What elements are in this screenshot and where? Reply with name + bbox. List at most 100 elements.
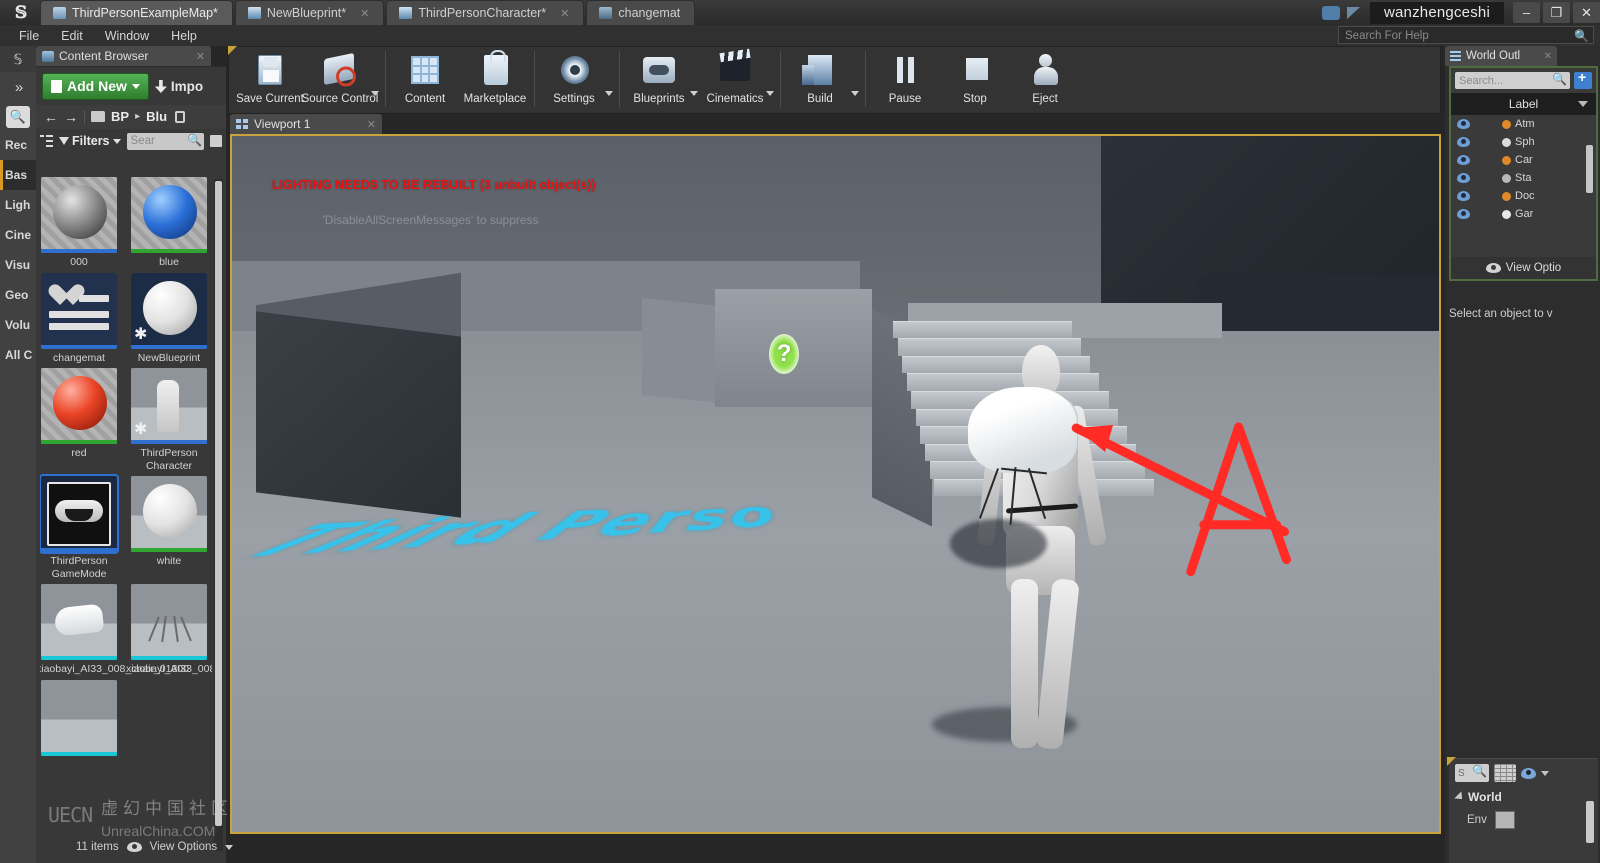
outliner-row[interactable]: Doc	[1451, 187, 1596, 205]
window-tab-map[interactable]: ThirdPersonExampleMap*	[40, 0, 233, 25]
view-options-button[interactable]: View Options	[150, 841, 218, 853]
lock-icon[interactable]	[175, 110, 186, 123]
menu-help[interactable]: Help	[160, 27, 208, 45]
rail-item-recently-placed[interactable]: Rec	[0, 130, 36, 160]
rail-item-all-classes[interactable]: All C	[0, 340, 36, 370]
breadcrumb-bp[interactable]: BP	[111, 109, 129, 124]
asset-grid[interactable]: 000 blue changemat ✱ NewBlueprint red ✱ …	[40, 177, 212, 855]
asset-item-thirdpersongamemode[interactable]: ThirdPerson GameMode	[40, 474, 119, 580]
menu-file[interactable]: File	[8, 27, 50, 45]
chevron-down-icon[interactable]	[371, 90, 379, 96]
asset-item-000[interactable]: 000	[40, 177, 118, 269]
chevron-down-icon[interactable]	[1578, 101, 1588, 107]
outliner-view-options-button[interactable]: View Optio	[1451, 257, 1596, 279]
asset-item-changemat[interactable]: changemat	[40, 272, 118, 365]
asset-item-blue[interactable]: blue	[130, 177, 208, 269]
eye-icon[interactable]	[1521, 767, 1536, 779]
outliner-row[interactable]: Sta	[1451, 169, 1596, 187]
world-settings-scrollbar[interactable]	[1586, 801, 1594, 843]
chair-actor[interactable]	[968, 386, 1077, 526]
menu-window[interactable]: Window	[94, 27, 160, 45]
unreal-logo-icon[interactable]: 𝕊	[4, 1, 38, 25]
eject-button[interactable]: Eject	[1010, 47, 1080, 113]
stop-button[interactable]: Stop	[940, 47, 1010, 113]
eye-icon[interactable]	[1457, 173, 1470, 183]
close-icon[interactable]: ✕	[360, 7, 369, 20]
marketplace-button[interactable]: Marketplace	[460, 47, 530, 113]
feedback-chat-icon[interactable]	[1321, 5, 1340, 20]
back-icon[interactable]: ←	[44, 109, 58, 125]
list-view-icon[interactable]	[40, 135, 53, 147]
close-icon[interactable]: ✕	[196, 50, 205, 63]
asset-item-thirdpersoncharacter[interactable]: ✱ ThirdPerson Character	[130, 368, 208, 472]
blueprints-button[interactable]: Blueprints	[624, 47, 694, 113]
close-button[interactable]: ✕	[1573, 2, 1600, 23]
scrollbar-thumb[interactable]	[215, 181, 222, 826]
outliner-search-input[interactable]: Search... 🔍	[1455, 72, 1570, 89]
asset-item-chair-01303[interactable]: xiaobayi_AI33_008_chair_01303	[126, 584, 212, 676]
outliner-row[interactable]: Sph	[1451, 133, 1596, 151]
chevron-down-icon[interactable]	[851, 90, 859, 96]
import-button[interactable]: Impo	[154, 79, 203, 94]
source-control-button[interactable]: Source Control	[302, 47, 378, 113]
asset-item-red[interactable]: red	[40, 368, 118, 472]
asset-search-input[interactable]: Sear 🔍	[126, 132, 204, 150]
forward-icon[interactable]: →	[64, 109, 78, 125]
maximize-button[interactable]: ❐	[1543, 2, 1570, 23]
eye-icon[interactable]	[1457, 155, 1470, 165]
menu-edit[interactable]: Edit	[50, 27, 94, 45]
level-viewport[interactable]: Third Perso ? LIGHTING NEEDS TO BE REBUI…	[230, 134, 1441, 834]
grid-view-icon[interactable]	[1494, 764, 1516, 782]
eye-icon[interactable]	[1457, 209, 1470, 219]
eye-icon[interactable]	[1457, 191, 1470, 201]
asset-item-white[interactable]: white	[130, 476, 208, 580]
outliner-column-header[interactable]: Label	[1451, 93, 1596, 115]
close-icon[interactable]: ✕	[1544, 51, 1552, 62]
window-tab-changemat[interactable]: changemat	[586, 0, 696, 25]
close-icon[interactable]: ✕	[560, 7, 569, 20]
chevron-down-icon[interactable]	[766, 90, 774, 96]
rail-item-volumes[interactable]: Volu	[0, 310, 36, 340]
chevron-down-icon[interactable]	[605, 90, 613, 96]
chevron-down-icon[interactable]	[1541, 770, 1549, 776]
outliner-list[interactable]: Atm Sph Car Sta Doc Gar	[1451, 115, 1596, 235]
eye-icon[interactable]	[1457, 119, 1470, 129]
content-browser-tab[interactable]: Content Browser ✕	[36, 46, 211, 66]
rail-item-geometry[interactable]: Geo	[0, 280, 36, 310]
outliner-row[interactable]: Car	[1451, 151, 1596, 169]
rail-item-visual-effects[interactable]: Visu	[0, 250, 36, 280]
settings-button[interactable]: Settings	[539, 47, 609, 113]
minimize-button[interactable]: –	[1513, 2, 1540, 23]
flag-icon[interactable]	[1346, 6, 1360, 19]
property-value-swatch[interactable]	[1494, 811, 1515, 829]
save-search-icon[interactable]	[210, 135, 222, 147]
rail-item-basic[interactable]: Bas	[0, 160, 36, 190]
asset-item-extra[interactable]	[40, 679, 118, 759]
expand-triangle-icon[interactable]	[1454, 791, 1466, 803]
asset-item-chair-01300[interactable]: xiaobayi_AI33_008_chair_01300	[40, 584, 189, 676]
outliner-row[interactable]: Atm	[1451, 115, 1596, 133]
close-icon[interactable]: ✕	[367, 118, 376, 131]
rail-item-cinematic[interactable]: Cine	[0, 220, 36, 250]
asset-item-newblueprint[interactable]: ✱ NewBlueprint	[130, 272, 208, 365]
world-settings-section[interactable]: World	[1449, 787, 1598, 807]
search-icon[interactable]: 🔍	[6, 106, 30, 128]
settings-search-input[interactable]: S 🔍	[1455, 764, 1489, 782]
rail-item-lights[interactable]: Ligh	[0, 190, 36, 220]
chevron-down-icon[interactable]	[690, 90, 698, 96]
outliner-scrollbar[interactable]	[1586, 145, 1593, 193]
window-tab-thirdpersoncharacter[interactable]: ThirdPersonCharacter* ✕	[386, 0, 585, 25]
asset-grid-scrollbar[interactable]	[214, 179, 223, 851]
add-new-button[interactable]: Add New	[42, 73, 149, 100]
save-current-button[interactable]: Save Current	[235, 47, 305, 113]
world-outliner-tab[interactable]: World Outl ✕	[1445, 46, 1557, 66]
window-tab-newblueprint[interactable]: NewBlueprint* ✕	[234, 0, 385, 25]
expand-rail-icon[interactable]: »	[0, 72, 36, 102]
viewport-tab[interactable]: Viewport 1 ✕	[230, 114, 382, 134]
build-button[interactable]: Build	[785, 47, 855, 113]
pause-button[interactable]: Pause	[870, 47, 940, 113]
filters-button[interactable]: Filters	[59, 134, 121, 148]
outliner-row[interactable]: Gar	[1451, 205, 1596, 223]
add-actor-button[interactable]	[1574, 69, 1592, 89]
content-button[interactable]: Content	[390, 47, 460, 113]
